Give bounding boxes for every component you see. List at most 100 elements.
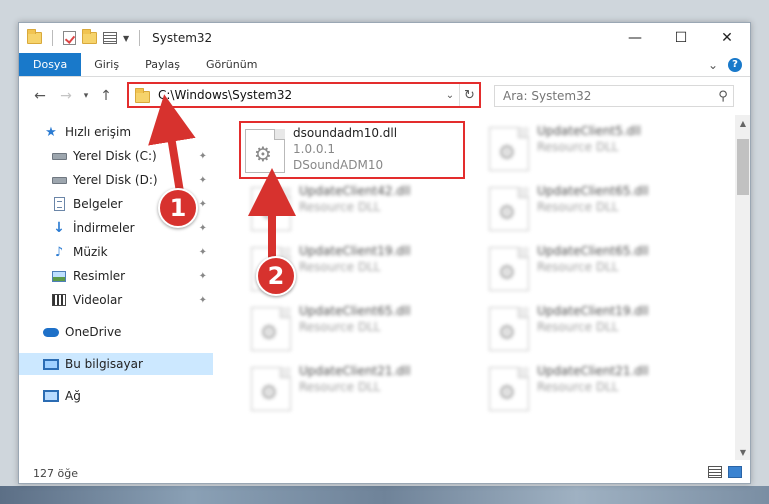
search-box[interactable]: ⚲	[494, 85, 734, 107]
file-tile[interactable]: UpdateClient19.dll Resource DLL	[489, 303, 714, 363]
step-badge-2: 2	[256, 256, 296, 296]
file-description: Resource DLL	[299, 260, 381, 274]
tab-dosya[interactable]: Dosya	[19, 53, 82, 76]
sidebar-item-videos[interactable]: Videolar ✦	[19, 289, 213, 311]
minimize-button[interactable]: —	[612, 23, 658, 53]
maximize-button[interactable]: ☐	[658, 23, 704, 53]
file-tile[interactable]: UpdateClient5.dll Resource DLL	[489, 123, 714, 183]
file-tile[interactable]: UpdateClient65.dll Resource DLL	[489, 243, 714, 303]
sidebar-item-network[interactable]: Ağ	[19, 385, 213, 407]
scroll-thumb[interactable]	[737, 139, 749, 195]
file-name: UpdateClient21.dll	[537, 364, 649, 378]
computer-icon	[43, 357, 59, 371]
file-list: dsoundadm10.dll 1.0.0.1 DSoundADM10 Upda…	[231, 115, 737, 460]
status-bar: 127 öğe	[19, 461, 750, 483]
file-tile[interactable]: UpdateClient21.dll Resource DLL	[251, 363, 476, 423]
sidebar-item-this-pc[interactable]: Bu bilgisayar	[19, 353, 213, 375]
dll-file-icon	[251, 187, 291, 231]
recent-locations-icon[interactable]: ▾	[79, 91, 93, 101]
tab-paylas[interactable]: Paylaş	[132, 53, 193, 76]
onedrive-icon	[43, 325, 59, 339]
file-tile[interactable]: UpdateClient65.dll Resource DLL	[489, 183, 714, 243]
tab-giris[interactable]: Giriş	[81, 53, 132, 76]
details-view-icon[interactable]	[708, 466, 722, 478]
address-path[interactable]: C:\Windows\System32	[158, 88, 441, 102]
star-icon: ★	[45, 124, 57, 140]
file-description: Resource DLL	[299, 380, 381, 394]
file-tile-dsoundadm10[interactable]: dsoundadm10.dll 1.0.0.1 DSoundADM10	[239, 121, 465, 179]
file-name: UpdateClient65.dll	[537, 244, 649, 258]
file-tile[interactable]: UpdateClient42.dll Resource DLL	[251, 183, 476, 243]
back-button[interactable]: ←	[27, 88, 53, 104]
file-tile[interactable]: UpdateClient21.dll Resource DLL	[489, 363, 714, 423]
address-row: ← → ▾ ↑ C:\Windows\System32 ⌄ ↻ ⚲	[19, 79, 750, 113]
sidebar-item-local-disk-d[interactable]: Yerel Disk (D:) ✦	[19, 169, 213, 191]
scroll-up-button[interactable]: ▲	[735, 115, 750, 131]
file-description: DSoundADM10	[293, 158, 384, 172]
dll-file-icon	[489, 307, 529, 351]
tiles-view-icon[interactable]	[728, 466, 742, 478]
properties-check-icon[interactable]	[63, 31, 76, 45]
sidebar-item-quick-access[interactable]: ★ Hızlı erişim	[19, 121, 213, 143]
item-count: 127 öğe	[33, 466, 78, 480]
file-description: Resource DLL	[537, 260, 619, 274]
pin-icon[interactable]: ✦	[199, 295, 207, 306]
folder-icon[interactable]	[27, 29, 42, 44]
sidebar-item-label: Hızlı erişim	[65, 125, 132, 139]
pin-icon[interactable]: ✦	[199, 175, 207, 186]
sidebar-item-music[interactable]: ♪ Müzik ✦	[19, 241, 213, 263]
pin-icon[interactable]: ✦	[199, 271, 207, 282]
dll-file-icon	[489, 247, 529, 291]
desktop-background	[0, 486, 769, 504]
dll-file-icon	[489, 187, 529, 231]
scroll-down-button[interactable]: ▼	[735, 444, 750, 460]
videos-icon	[51, 293, 67, 307]
sidebar-item-label: Bu bilgisayar	[65, 357, 143, 371]
dll-file-icon	[251, 367, 291, 411]
file-description: Resource DLL	[537, 380, 619, 394]
file-tile[interactable]: UpdateClient65.dll Resource DLL	[251, 303, 476, 363]
window-controls: — ☐ ✕	[612, 23, 750, 53]
pin-icon[interactable]: ✦	[199, 199, 207, 210]
dll-file-icon	[489, 367, 529, 411]
tab-gorunum[interactable]: Görünüm	[193, 53, 270, 76]
sidebar-item-local-disk-c[interactable]: Yerel Disk (C:) ✦	[19, 145, 213, 167]
vertical-scrollbar[interactable]: ▲ ▼	[735, 115, 750, 460]
search-input[interactable]	[503, 89, 713, 103]
file-name: UpdateClient65.dll	[299, 304, 411, 318]
folder-icon	[135, 87, 150, 103]
step-badge-1: 1	[158, 188, 198, 228]
refresh-button[interactable]: ↻	[459, 84, 479, 106]
address-dropdown-icon[interactable]: ⌄	[441, 90, 459, 101]
customize-dropdown-icon[interactable]: ▼	[123, 34, 129, 43]
forward-button[interactable]: →	[53, 88, 79, 104]
window-title: System32	[152, 31, 213, 45]
pin-icon[interactable]: ✦	[199, 223, 207, 234]
sidebar-item-label: Videolar	[73, 293, 123, 307]
new-folder-icon[interactable]	[82, 29, 97, 44]
help-icon[interactable]: ?	[728, 57, 742, 72]
pin-icon[interactable]: ✦	[199, 151, 207, 162]
sidebar-item-label: Müzik	[73, 245, 108, 259]
expand-ribbon-icon[interactable]: ⌄	[708, 58, 718, 72]
dll-file-icon	[489, 127, 529, 171]
sidebar-item-label: Yerel Disk (C:)	[73, 149, 157, 163]
music-icon: ♪	[54, 244, 64, 260]
explorer-window: ▼ System32 — ☐ ✕ Dosya Giriş Paylaş Görü…	[18, 22, 751, 484]
sidebar-item-onedrive[interactable]: OneDrive	[19, 321, 213, 343]
file-name: UpdateClient19.dll	[537, 304, 649, 318]
close-button[interactable]: ✕	[704, 23, 750, 53]
sidebar-item-label: Yerel Disk (D:)	[73, 173, 158, 187]
divider	[139, 30, 141, 46]
quick-access-toolbar: ▼	[27, 29, 144, 46]
address-bar[interactable]: C:\Windows\System32 ⌄ ↻	[127, 82, 481, 108]
file-name: dsoundadm10.dll	[293, 126, 398, 140]
documents-icon	[51, 197, 67, 211]
pin-icon[interactable]: ✦	[199, 247, 207, 258]
search-icon[interactable]: ⚲	[713, 89, 733, 104]
properties-icon[interactable]	[103, 32, 117, 44]
ribbon-right: ⌄ ?	[708, 53, 750, 76]
ribbon-tabs: Dosya Giriş Paylaş Görünüm ⌄ ?	[19, 53, 750, 77]
sidebar-item-pictures[interactable]: Resimler ✦	[19, 265, 213, 287]
up-button[interactable]: ↑	[93, 88, 119, 104]
